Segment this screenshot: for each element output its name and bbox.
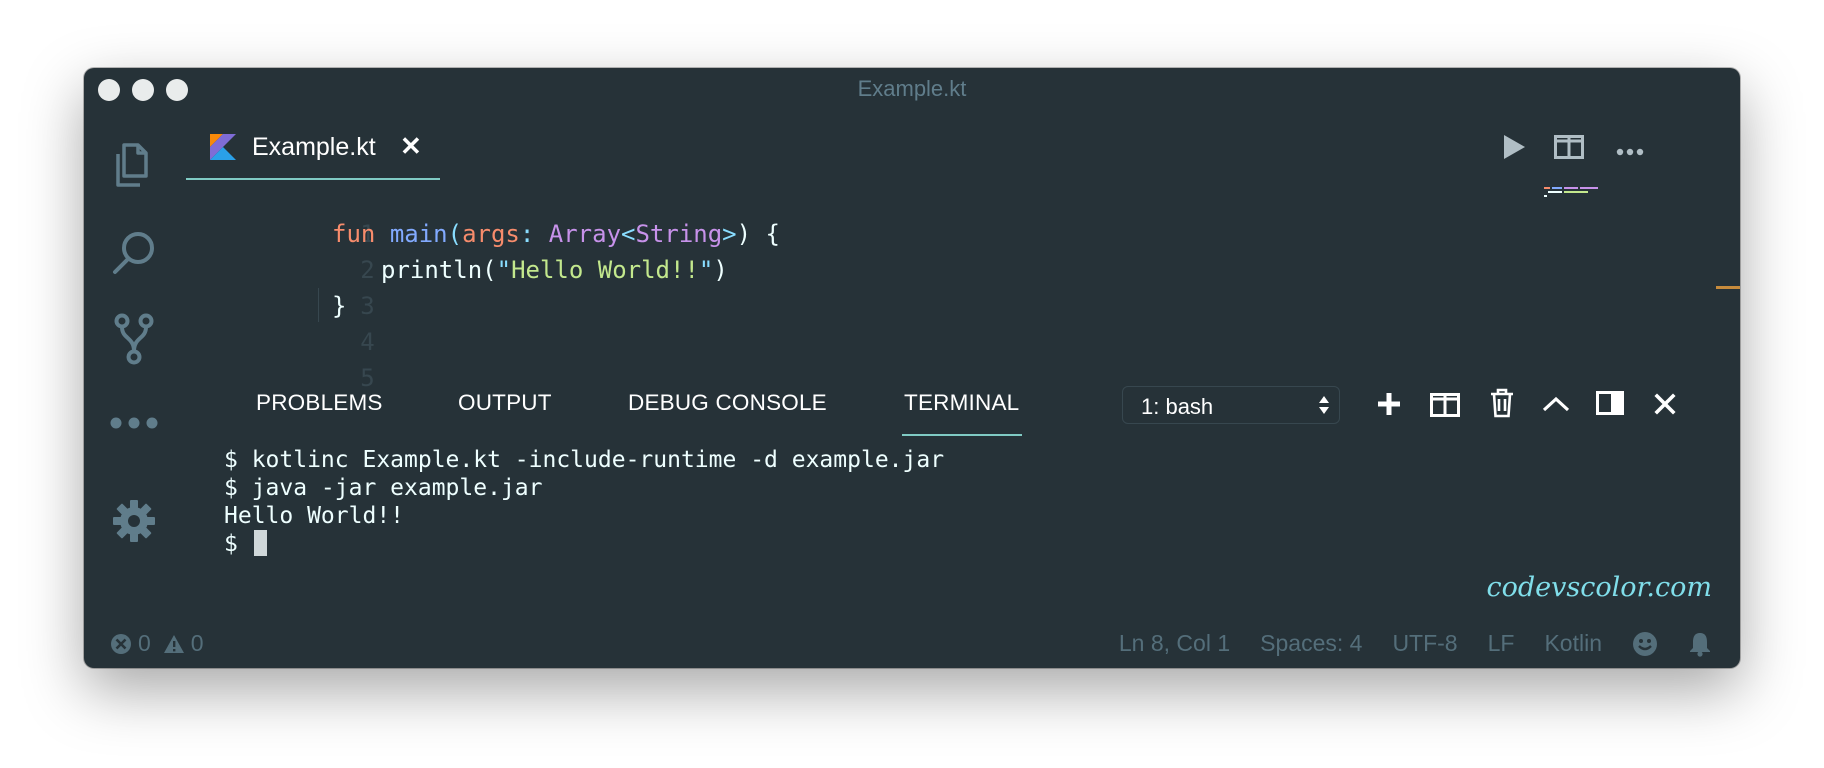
- brace-token: {: [765, 220, 780, 248]
- files-icon[interactable]: [107, 138, 161, 192]
- close-panel-icon[interactable]: [1654, 393, 1676, 420]
- terminal-select[interactable]: 1: bash: [1122, 386, 1340, 424]
- indentation[interactable]: Spaces: 4: [1260, 630, 1362, 657]
- type-token: String: [635, 220, 723, 248]
- code-line: 5: [238, 324, 374, 392]
- tab-problems[interactable]: PROBLEMS: [256, 390, 383, 416]
- tab-close-icon[interactable]: ✕: [400, 131, 422, 162]
- paren-token: ): [736, 220, 752, 248]
- paren-token: (: [447, 220, 463, 248]
- language-mode[interactable]: Kotlin: [1544, 630, 1602, 657]
- maximize-panel-icon[interactable]: [1542, 396, 1570, 417]
- angle-token: >: [722, 220, 737, 248]
- window-title: Example.kt: [857, 76, 967, 101]
- paren-token: (: [482, 256, 497, 284]
- tab-terminal[interactable]: TERMINAL: [904, 390, 1019, 416]
- new-terminal-icon[interactable]: [1376, 391, 1402, 422]
- function-name-token: main: [389, 220, 448, 248]
- terminal-line: Hello World!!: [224, 503, 405, 529]
- source-control-icon[interactable]: [107, 312, 161, 366]
- terminal-line: $ kotlinc Example.kt -include-runtime -d…: [224, 447, 945, 473]
- kotlin-logo-icon: [210, 134, 236, 165]
- status-bar: 0 0 Ln 8, Col 1 Spaces: 4 UTF-8 LF Kotli…: [84, 620, 1740, 668]
- tab-label: Example.kt: [252, 133, 376, 161]
- run-icon[interactable]: [1502, 134, 1526, 165]
- angle-token: <: [621, 220, 636, 248]
- paren-token: ): [713, 256, 728, 284]
- more-icon[interactable]: [107, 396, 161, 450]
- activity-bar: [84, 108, 186, 668]
- code-line: 1: [238, 180, 374, 248]
- colon-token: :: [519, 220, 535, 248]
- quote-token: ": [698, 256, 714, 284]
- encoding[interactable]: UTF-8: [1392, 630, 1457, 657]
- feedback-smiley-icon[interactable]: [1632, 631, 1658, 657]
- tab-debug-console[interactable]: DEBUG CONSOLE: [628, 390, 827, 416]
- terminal-line: $ java -jar example.jar: [224, 475, 543, 501]
- title-bar: Example.kt: [84, 68, 1740, 108]
- settings-gear-icon[interactable]: [107, 494, 161, 548]
- more-actions-icon[interactable]: [1616, 143, 1644, 161]
- quote-token: ": [496, 256, 512, 284]
- terminal-prompt-line: $: [224, 530, 944, 558]
- search-icon[interactable]: [107, 226, 161, 280]
- brace-token: }: [332, 292, 347, 320]
- error-icon: [110, 633, 132, 655]
- code-line: 3 println("Hello World!!"): [238, 252, 728, 320]
- code-text: fun main(args: Array<String>) {: [332, 216, 780, 252]
- terminal[interactable]: $ kotlinc Example.kt -include-runtime -d…: [224, 446, 944, 558]
- problems-indicator[interactable]: 0 0: [110, 630, 204, 657]
- warning-icon: [163, 634, 185, 654]
- code-line: 4 }: [238, 288, 375, 356]
- kill-terminal-icon[interactable]: [1490, 388, 1514, 423]
- split-terminal-icon[interactable]: [1430, 393, 1460, 422]
- overview-ruler-marker: [1716, 286, 1740, 289]
- editor-tab[interactable]: Example.kt ✕: [186, 118, 440, 180]
- code-line: 2 fun main(args: Array<String>) {: [238, 216, 780, 284]
- editor-window: Example.kt Example.kt ✕ 1 2 fun main(arg…: [84, 68, 1740, 668]
- watermark: codevscolor.com: [1486, 572, 1712, 603]
- status-bar-right: Ln 8, Col 1 Spaces: 4 UTF-8 LF Kotlin: [1089, 630, 1712, 657]
- type-token: Array: [548, 220, 622, 248]
- code-text: }: [332, 288, 346, 324]
- active-tab-indicator: [902, 434, 1022, 436]
- end-of-line[interactable]: LF: [1488, 630, 1515, 657]
- terminal-prompt: $: [224, 531, 252, 557]
- warning-count: 0: [190, 630, 204, 656]
- keyword-token: fun: [332, 220, 376, 248]
- notifications-bell-icon[interactable]: [1688, 631, 1712, 657]
- code-text: println("Hello World!!"): [381, 252, 728, 288]
- terminal-cursor: [253, 530, 267, 556]
- indent-guide: [318, 288, 319, 322]
- parameter-token: args: [462, 220, 520, 248]
- code-editor[interactable]: 1 2 fun main(args: Array<String>) { 3 pr…: [238, 180, 780, 392]
- split-editor-icon[interactable]: [1554, 135, 1584, 164]
- call-token: println: [381, 256, 483, 284]
- minimap[interactable]: [1544, 186, 1606, 198]
- string-token: Hello World!!: [511, 256, 699, 284]
- cursor-position[interactable]: Ln 8, Col 1: [1119, 630, 1230, 657]
- terminal-select-value: 1: bash: [1141, 394, 1214, 419]
- error-count: 0: [138, 630, 151, 656]
- toggle-panel-position-icon[interactable]: [1596, 391, 1624, 420]
- tab-output[interactable]: OUTPUT: [458, 390, 552, 416]
- select-arrows-icon: [1318, 393, 1330, 422]
